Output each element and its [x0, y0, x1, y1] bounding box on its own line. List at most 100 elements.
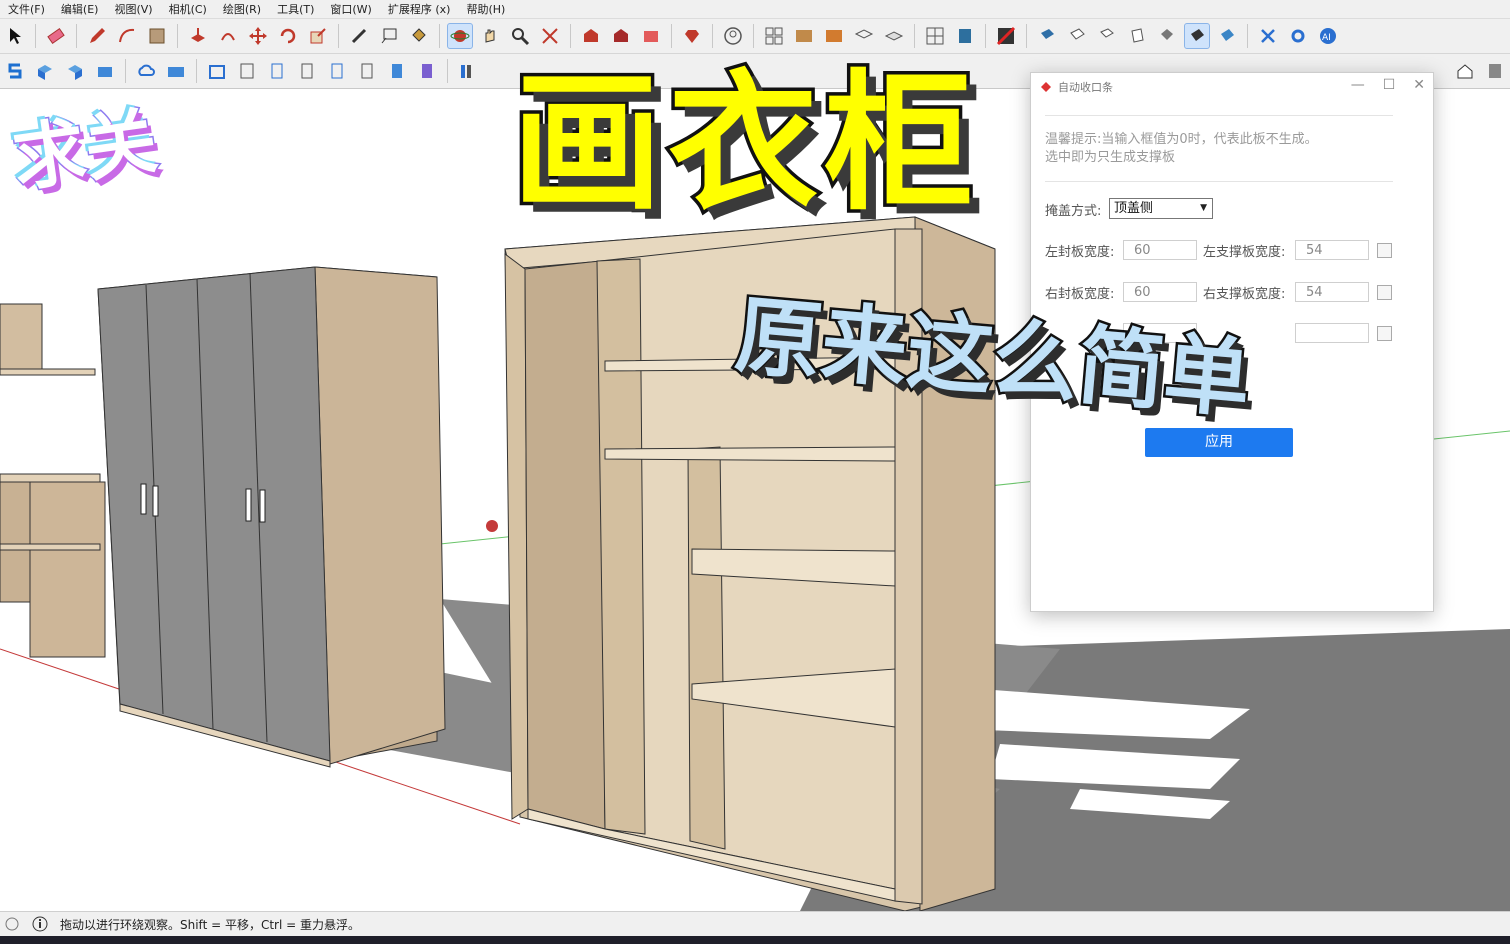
- book-icon[interactable]: [1482, 58, 1508, 84]
- toolbar-separator: [1026, 24, 1027, 48]
- arc-icon[interactable]: [114, 23, 140, 49]
- box-plugin-icon[interactable]: [32, 58, 58, 84]
- scale-icon[interactable]: [305, 23, 331, 49]
- right-support-input[interactable]: 54: [1295, 282, 1369, 302]
- menu-tools[interactable]: 工具(T): [269, 1, 322, 17]
- settings-icon[interactable]: [1285, 23, 1311, 49]
- tools-plugin-icon[interactable]: [1255, 23, 1281, 49]
- ai-icon[interactable]: AI: [1315, 23, 1341, 49]
- paint-bucket-icon[interactable]: [406, 23, 432, 49]
- apply-button[interactable]: 应用: [1145, 428, 1293, 457]
- cover-mode-select[interactable]: 顶盖侧 ▼: [1109, 198, 1213, 219]
- toolbar-separator: [196, 59, 197, 83]
- toolbar-separator: [447, 59, 448, 83]
- cover-mode-value: 顶盖侧: [1114, 201, 1154, 216]
- tape-measure-icon[interactable]: [346, 23, 372, 49]
- menu-view[interactable]: 视图(V): [106, 1, 160, 17]
- status-message: 拖动以进行环绕观察。Shift = 平移，Ctrl = 重力悬浮。: [60, 917, 360, 932]
- shaded-icon[interactable]: [1214, 23, 1240, 49]
- maximize-icon[interactable]: ☐: [1383, 77, 1396, 93]
- minimize-icon[interactable]: —: [1351, 77, 1365, 93]
- box-plugin-3-icon[interactable]: [92, 58, 118, 84]
- toolbar-separator: [338, 24, 339, 48]
- house-icon[interactable]: [1452, 58, 1478, 84]
- iso-view-icon[interactable]: [1034, 23, 1060, 49]
- panel-icon[interactable]: [264, 58, 290, 84]
- s-plugin-icon[interactable]: [2, 58, 28, 84]
- panel-2-icon[interactable]: [294, 58, 320, 84]
- toolbar-separator: [125, 59, 126, 83]
- window-controls: — ☐ ✕: [1351, 77, 1425, 93]
- left-support-label: 左支撑板宽度:: [1203, 245, 1286, 260]
- top-view-icon[interactable]: [1064, 23, 1090, 49]
- menu-draw[interactable]: 绘图(R): [215, 1, 269, 17]
- orbit-icon[interactable]: [447, 23, 473, 49]
- select-tool-icon[interactable]: [2, 23, 28, 49]
- sketchup-logo-icon: [1041, 82, 1051, 92]
- cabinet-wall-icon[interactable]: [234, 58, 260, 84]
- move-icon[interactable]: [245, 23, 271, 49]
- toolbar-separator: [35, 24, 36, 48]
- door-2-icon[interactable]: [414, 58, 440, 84]
- panorama-icon[interactable]: [163, 58, 189, 84]
- left-seal-input[interactable]: 60: [1123, 240, 1197, 260]
- follow-me-icon[interactable]: [215, 23, 241, 49]
- os-taskbar: [0, 936, 1510, 944]
- left-support-input[interactable]: 54: [1295, 240, 1369, 260]
- status-bar: 拖动以进行环绕观察。Shift = 平移，Ctrl = 重力悬浮。: [0, 911, 1510, 936]
- svg-text:AI: AI: [1322, 33, 1331, 43]
- badge-text: 求关: [6, 97, 163, 203]
- toolbar-separator: [76, 24, 77, 48]
- partial-desk: [0, 303, 106, 658]
- right-view-icon[interactable]: [1124, 23, 1150, 49]
- left-seal-label: 左封板宽度:: [1045, 245, 1115, 260]
- third-row-input-2[interactable]: [1295, 323, 1369, 343]
- pan-icon[interactable]: [477, 23, 503, 49]
- door-icon[interactable]: [384, 58, 410, 84]
- panel-4-icon[interactable]: [354, 58, 380, 84]
- close-icon[interactable]: ✕: [1413, 77, 1425, 93]
- right-support-only-checkbox[interactable]: [1377, 285, 1392, 300]
- cover-mode-label: 掩盖方式:: [1045, 204, 1102, 219]
- toolbar-separator: [177, 24, 178, 48]
- orbit-cursor-icon: [486, 520, 498, 532]
- overlay-title: 画衣柜: [508, 54, 981, 235]
- menu-camera[interactable]: 相机(C): [161, 1, 215, 17]
- menu-edit[interactable]: 编辑(E): [53, 1, 107, 17]
- panel-3-icon[interactable]: [324, 58, 350, 84]
- info-icon[interactable]: [32, 916, 48, 932]
- menu-help[interactable]: 帮助(H): [458, 1, 513, 17]
- divider: [1045, 115, 1393, 116]
- menu-window[interactable]: 窗口(W): [322, 1, 379, 17]
- shape-icon[interactable]: [144, 23, 170, 49]
- cabinet-base-icon[interactable]: [204, 58, 230, 84]
- dialog-title: 自动收口条: [1058, 81, 1113, 94]
- front-view-icon[interactable]: [1094, 23, 1120, 49]
- box-plugin-2-icon[interactable]: [62, 58, 88, 84]
- eraser-icon[interactable]: [43, 23, 69, 49]
- text-tool-icon[interactable]: [376, 23, 402, 49]
- toolbar-separator: [985, 24, 986, 48]
- library-icon[interactable]: [455, 58, 481, 84]
- hint-line-1: 温馨提示:当输入框值为0时，代表此板不生成。: [1045, 132, 1318, 147]
- chevron-down-icon: ▼: [1200, 203, 1207, 213]
- right-support-label: 右支撑板宽度:: [1203, 287, 1286, 302]
- hint-line-2: 选中即为只生成支撑板: [1045, 150, 1176, 165]
- toolbar-separator: [439, 24, 440, 48]
- push-pull-icon[interactable]: [185, 23, 211, 49]
- cloud-icon[interactable]: [133, 58, 159, 84]
- section-plane-icon[interactable]: [993, 23, 1019, 49]
- geolocation-icon[interactable]: [4, 916, 20, 932]
- monochrome-icon[interactable]: [1184, 23, 1210, 49]
- third-row-checkbox[interactable]: [1377, 326, 1392, 341]
- menu-bar: 文件(F) 编辑(E) 视图(V) 相机(C) 绘图(R) 工具(T) 窗口(W…: [0, 0, 1510, 19]
- hint-text: 温馨提示:当输入框值为0时，代表此板不生成。 选中即为只生成支撑板: [1045, 131, 1405, 167]
- pencil-icon[interactable]: [84, 23, 110, 49]
- left-support-only-checkbox[interactable]: [1377, 243, 1392, 258]
- rotate-icon[interactable]: [275, 23, 301, 49]
- back-view-icon[interactable]: [1154, 23, 1180, 49]
- divider: [1045, 181, 1393, 182]
- menu-extensions[interactable]: 扩展程序 (x): [380, 1, 459, 17]
- menu-file[interactable]: 文件(F): [0, 1, 53, 17]
- closed-wardrobe: [97, 266, 446, 768]
